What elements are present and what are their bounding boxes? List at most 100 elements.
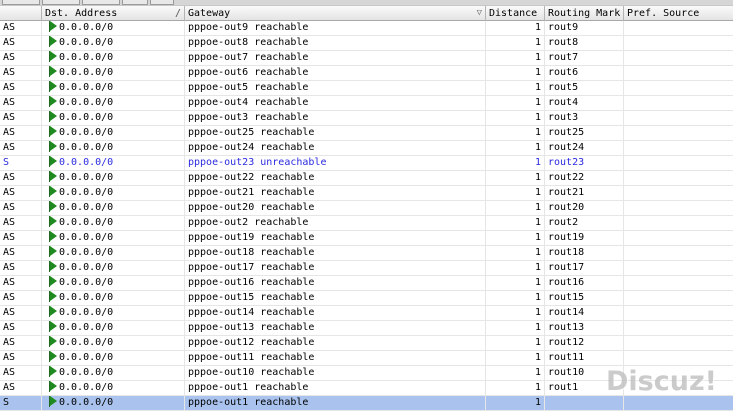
green-flag-icon: [49, 96, 57, 107]
gateway-cell: pppoe-out8 reachable: [185, 36, 486, 50]
table-row[interactable]: AS 0.0.0.0/0 pppoe-out2 reachable 1 rout2: [0, 216, 733, 231]
dst-address-text: 0.0.0.0/0: [59, 247, 114, 258]
column-header-routing-mark[interactable]: Routing Mark: [545, 6, 624, 21]
table-row[interactable]: S 0.0.0.0/0 pppoe-out1 reachable 1: [0, 396, 733, 411]
column-header-pref-source[interactable]: Pref. Source: [624, 6, 733, 21]
table-row[interactable]: AS 0.0.0.0/0 pppoe-out15 reachable 1 rout15: [0, 291, 733, 306]
column-header-gateway[interactable]: Gateway ▽: [185, 6, 486, 21]
dst-address-text: 0.0.0.0/0: [59, 352, 114, 363]
distance-cell: 1: [486, 336, 545, 350]
distance-cell: 1: [486, 321, 545, 335]
column-header-flags[interactable]: [0, 6, 42, 21]
distance-cell: 1: [486, 96, 545, 110]
dst-address-text: 0.0.0.0/0: [59, 337, 114, 348]
dst-address-text: 0.0.0.0/0: [59, 172, 114, 183]
green-flag-icon: [49, 336, 57, 347]
table-row[interactable]: AS 0.0.0.0/0 pppoe-out13 reachable 1 rout13: [0, 321, 733, 336]
gateway-cell: pppoe-out2 reachable: [185, 216, 486, 230]
distance-cell: 1: [486, 186, 545, 200]
distance-cell: 1: [486, 141, 545, 155]
routing-mark-cell: rout8: [545, 36, 624, 50]
table-row[interactable]: AS 0.0.0.0/0 pppoe-out21 reachable 1 rout21: [0, 186, 733, 201]
dst-address-cell: 0.0.0.0/0: [42, 291, 185, 305]
dst-address-cell: 0.0.0.0/0: [42, 156, 185, 170]
green-flag-icon: [49, 381, 57, 392]
dst-address-cell: 0.0.0.0/0: [42, 66, 185, 80]
pref-source-cell: [624, 96, 733, 110]
gateway-cell: pppoe-out5 reachable: [185, 81, 486, 95]
table-row[interactable]: S 0.0.0.0/0 pppoe-out23 unreachable 1 rout23: [0, 156, 733, 171]
table-row[interactable]: AS 0.0.0.0/0 pppoe-out25 reachable 1 rout25: [0, 126, 733, 141]
table-row[interactable]: AS 0.0.0.0/0 pppoe-out14 reachable 1 rout14: [0, 306, 733, 321]
dst-address-text: 0.0.0.0/0: [59, 382, 114, 393]
gateway-cell: pppoe-out25 reachable: [185, 126, 486, 140]
pref-source-cell: [624, 141, 733, 155]
gateway-cell: pppoe-out21 reachable: [185, 186, 486, 200]
column-header-distance[interactable]: Distance: [486, 6, 545, 21]
table-row[interactable]: AS 0.0.0.0/0 pppoe-out17 reachable 1 rout17: [0, 261, 733, 276]
dst-address-cell: 0.0.0.0/0: [42, 96, 185, 110]
flags-cell: AS: [0, 216, 42, 230]
filter-icon[interactable]: ▽: [477, 6, 482, 21]
column-header-dst-address[interactable]: Dst. Address /: [42, 6, 185, 21]
column-header-label: Dst. Address: [45, 8, 118, 19]
table-row[interactable]: AS 0.0.0.0/0 pppoe-out7 reachable 1 rout7: [0, 51, 733, 66]
pref-source-cell: [624, 171, 733, 185]
routing-mark-cell: rout16: [545, 276, 624, 290]
pref-source-cell: [624, 81, 733, 95]
table-row[interactable]: AS 0.0.0.0/0 pppoe-out3 reachable 1 rout3: [0, 111, 733, 126]
dst-address-cell: 0.0.0.0/0: [42, 216, 185, 230]
table-row[interactable]: AS 0.0.0.0/0 pppoe-out24 reachable 1 rout24: [0, 141, 733, 156]
table-row[interactable]: AS 0.0.0.0/0 pppoe-out8 reachable 1 rout8: [0, 36, 733, 51]
routing-mark-cell: rout5: [545, 81, 624, 95]
flags-cell: AS: [0, 336, 42, 350]
table-row[interactable]: AS 0.0.0.0/0 pppoe-out19 reachable 1 rout19: [0, 231, 733, 246]
table-row[interactable]: AS 0.0.0.0/0 pppoe-out5 reachable 1 rout5: [0, 81, 733, 96]
dst-address-cell: 0.0.0.0/0: [42, 366, 185, 380]
distance-cell: 1: [486, 246, 545, 260]
routing-mark-cell: rout9: [545, 21, 624, 35]
routing-mark-cell: rout12: [545, 336, 624, 350]
distance-cell: 1: [486, 216, 545, 230]
table-row[interactable]: AS 0.0.0.0/0 pppoe-out16 reachable 1 rout16: [0, 276, 733, 291]
distance-cell: 1: [486, 291, 545, 305]
table-row[interactable]: AS 0.0.0.0/0 pppoe-out22 reachable 1 rout22: [0, 171, 733, 186]
table-row[interactable]: AS 0.0.0.0/0 pppoe-out12 reachable 1 rout12: [0, 336, 733, 351]
table-row[interactable]: AS 0.0.0.0/0 pppoe-out11 reachable 1 rout11: [0, 351, 733, 366]
table-row[interactable]: AS 0.0.0.0/0 pppoe-out20 reachable 1 rout20: [0, 201, 733, 216]
flags-cell: AS: [0, 81, 42, 95]
gateway-cell: pppoe-out22 reachable: [185, 171, 486, 185]
gateway-cell: pppoe-out1 reachable: [185, 381, 486, 395]
distance-cell: 1: [486, 366, 545, 380]
flags-cell: AS: [0, 276, 42, 290]
green-flag-icon: [49, 186, 57, 197]
pref-source-cell: [624, 66, 733, 80]
routing-mark-cell: rout3: [545, 111, 624, 125]
green-flag-icon: [49, 21, 57, 32]
green-flag-icon: [49, 156, 57, 167]
distance-cell: 1: [486, 51, 545, 65]
flags-cell: AS: [0, 171, 42, 185]
green-flag-icon: [49, 81, 57, 92]
routing-mark-cell: rout20: [545, 201, 624, 215]
table-row[interactable]: AS 0.0.0.0/0 pppoe-out4 reachable 1 rout4: [0, 96, 733, 111]
routing-mark-cell: rout25: [545, 126, 624, 140]
dst-address-cell: 0.0.0.0/0: [42, 231, 185, 245]
table-row[interactable]: AS 0.0.0.0/0 pppoe-out9 reachable 1 rout9: [0, 21, 733, 36]
routing-mark-cell: rout14: [545, 306, 624, 320]
routing-mark-cell: rout13: [545, 321, 624, 335]
green-flag-icon: [49, 291, 57, 302]
flags-cell: AS: [0, 21, 42, 35]
routing-mark-cell: rout4: [545, 96, 624, 110]
routing-mark-cell: rout19: [545, 231, 624, 245]
table-row[interactable]: AS 0.0.0.0/0 pppoe-out6 reachable 1 rout6: [0, 66, 733, 81]
flags-cell: AS: [0, 306, 42, 320]
dst-address-cell: 0.0.0.0/0: [42, 246, 185, 260]
distance-cell: 1: [486, 306, 545, 320]
gateway-cell: pppoe-out9 reachable: [185, 21, 486, 35]
green-flag-icon: [49, 231, 57, 242]
dst-address-text: 0.0.0.0/0: [59, 112, 114, 123]
dst-address-text: 0.0.0.0/0: [59, 97, 114, 108]
table-row[interactable]: AS 0.0.0.0/0 pppoe-out18 reachable 1 rout18: [0, 246, 733, 261]
pref-source-cell: [624, 321, 733, 335]
